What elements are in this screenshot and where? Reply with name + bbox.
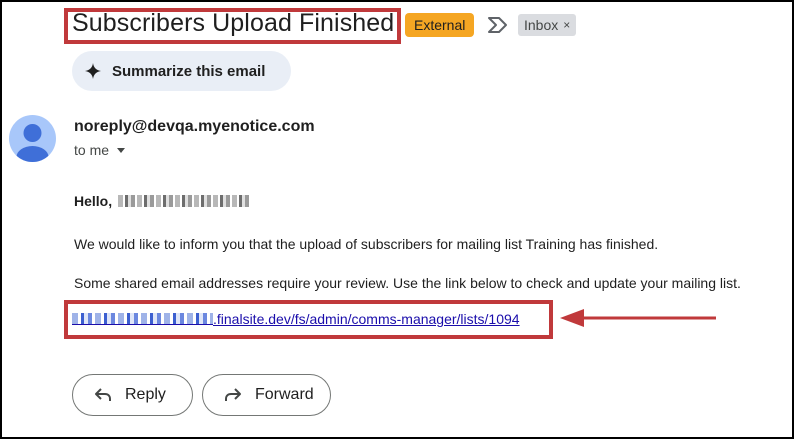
arrow-annotation — [560, 309, 716, 327]
sparkle-icon — [85, 63, 101, 79]
avatar-icon — [16, 124, 49, 162]
to-me-label: to me — [74, 142, 110, 158]
mailing-list-link-text[interactable]: .finalsite.dev/fs/admin/comms-manager/li… — [213, 311, 520, 327]
avatar[interactable] — [9, 115, 56, 162]
mailing-list-link[interactable]: .finalsite.dev/fs/admin/comms-manager/li… — [72, 311, 520, 327]
body-paragraph-2: Some shared email addresses require your… — [74, 275, 741, 291]
forward-button[interactable]: Forward — [202, 374, 331, 416]
forward-icon — [225, 388, 241, 401]
recipient-details-toggle[interactable]: to me — [74, 142, 126, 158]
greeting-text: Hello, — [74, 193, 113, 209]
greeting: Hello, — [74, 193, 252, 209]
label-icon[interactable] — [486, 14, 510, 36]
reply-icon — [95, 388, 111, 401]
chevron-down-icon[interactable] — [117, 147, 126, 153]
external-badge: External — [405, 13, 475, 37]
forward-label: Forward — [255, 386, 314, 403]
inbox-label: Inbox — [524, 17, 559, 33]
body-paragraph-1: We would like to inform you that the upl… — [74, 236, 659, 252]
close-icon[interactable]: × — [563, 14, 570, 36]
reply-label: Reply — [125, 386, 166, 403]
redacted-name — [118, 195, 252, 207]
redacted-link-host — [72, 313, 213, 325]
sender-email: noreply@devqa.myenotice.com — [74, 118, 315, 135]
summarize-button[interactable]: Summarize this email — [72, 51, 291, 91]
summarize-label: Summarize this email — [112, 62, 266, 80]
inbox-label-chip[interactable]: Inbox × — [518, 14, 577, 36]
email-subject: Subscribers Upload Finished — [72, 9, 395, 37]
reply-button[interactable]: Reply — [72, 374, 193, 416]
